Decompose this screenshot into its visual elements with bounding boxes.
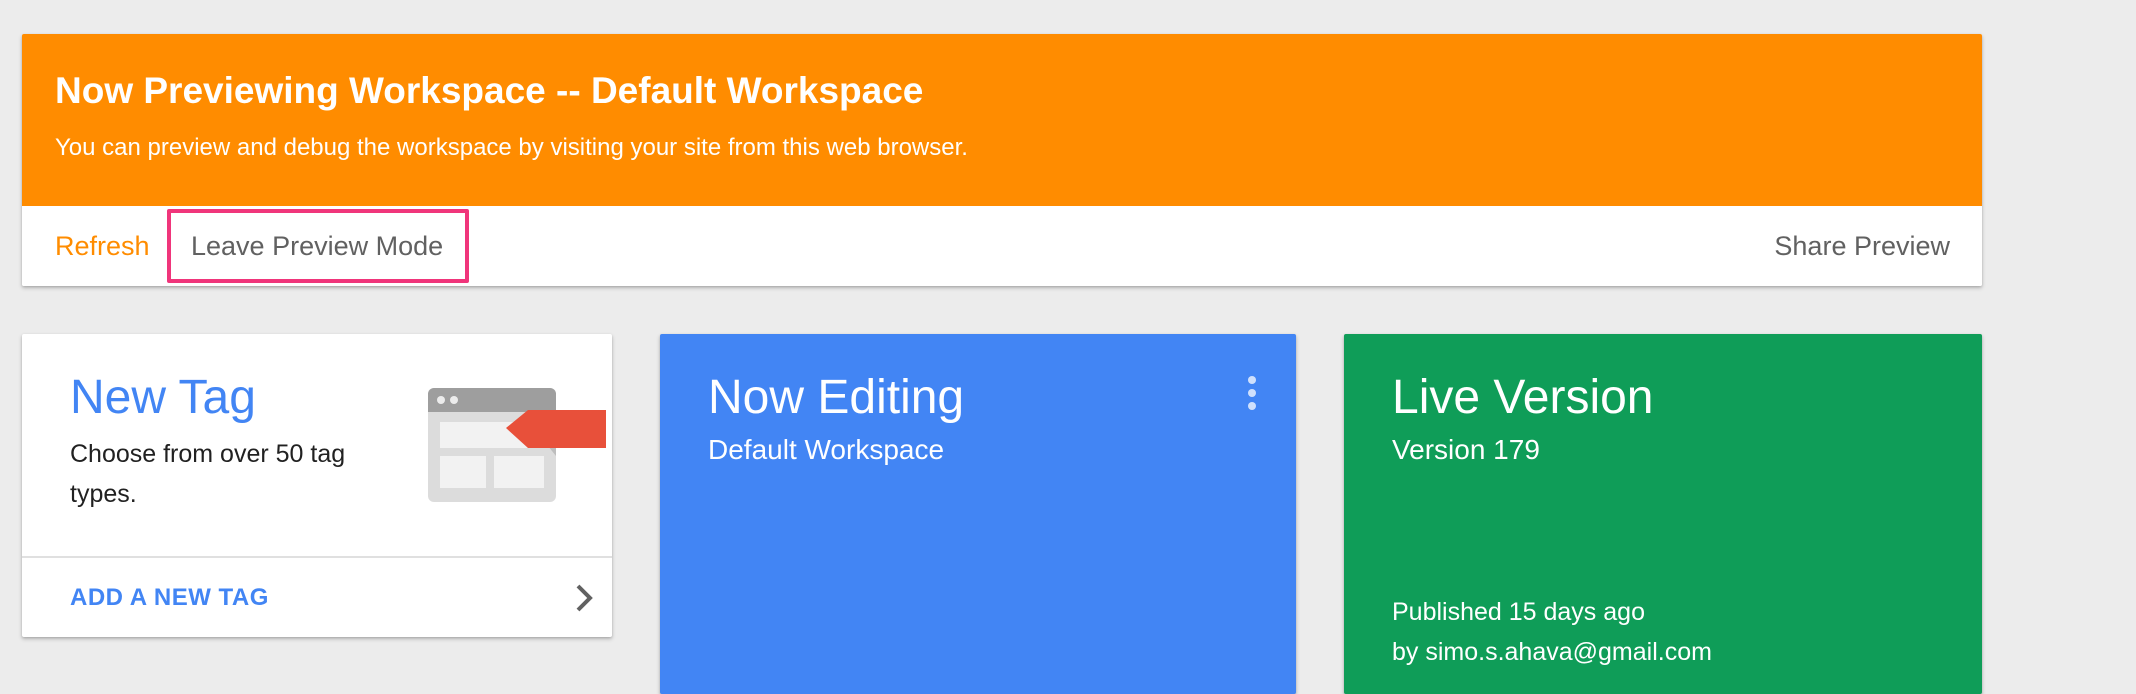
live-version-card[interactable]: Live Version Version 179 Published 15 da… [1344, 334, 1982, 694]
live-version-number: Version 179 [1392, 434, 1540, 465]
live-version-title: Live Version [1392, 371, 1654, 424]
preview-mode-banner: Now Previewing Workspace -- Default Work… [22, 34, 1982, 286]
workspace-name: Default Workspace [708, 434, 945, 465]
new-tag-title: New Tag [70, 371, 256, 424]
new-tag-card[interactable]: New Tag Choose from over 50 tag types. A… [22, 334, 612, 637]
more-vert-icon[interactable] [1240, 376, 1264, 416]
add-new-tag-link[interactable]: ADD A NEW TAG [70, 558, 269, 637]
refresh-button[interactable]: Refresh [55, 206, 150, 286]
preview-banner-subtitle: You can preview and debug the workspace … [55, 134, 968, 161]
preview-banner-title: Now Previewing Workspace -- Default Work… [55, 70, 924, 111]
now-editing-card[interactable]: Now Editing Default Workspace [660, 334, 1296, 694]
share-preview-button[interactable]: Share Preview [1774, 206, 1950, 286]
leave-preview-mode-button[interactable]: Leave Preview Mode [167, 209, 469, 283]
tag-browser-illustration-icon [428, 388, 606, 502]
published-date: Published 15 days ago [1392, 598, 1645, 626]
new-tag-description: Choose from over 50 tag types. [70, 440, 346, 508]
chevron-right-icon[interactable] [570, 578, 600, 618]
preview-banner-actions: Refresh Leave Preview Mode Share Preview [22, 206, 1982, 286]
now-editing-title: Now Editing [708, 371, 965, 424]
preview-banner-header: Now Previewing Workspace -- Default Work… [22, 34, 1982, 206]
live-version-published: Published 15 days ago by simo.s.ahava@gm… [1392, 592, 1712, 672]
published-by: by simo.s.ahava@gmail.com [1392, 638, 1712, 666]
